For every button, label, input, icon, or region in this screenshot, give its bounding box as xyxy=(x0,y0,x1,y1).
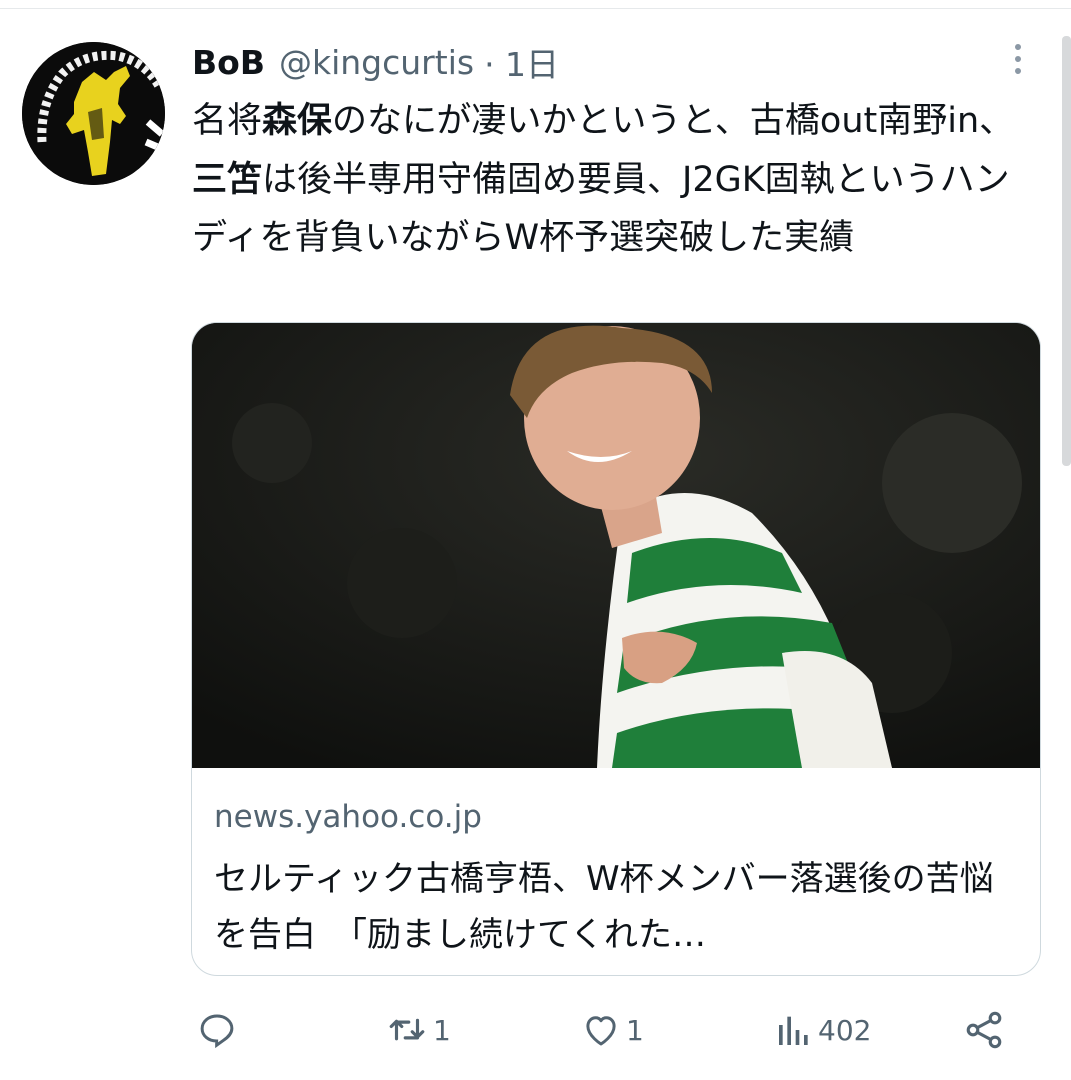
share-icon xyxy=(966,1011,1002,1049)
author-avatar[interactable] xyxy=(22,42,165,185)
like-count: 1 xyxy=(626,1013,644,1047)
views-button[interactable]: 402 xyxy=(774,1008,871,1052)
author-name[interactable]: BoB xyxy=(192,43,265,82)
heart-icon xyxy=(586,1016,616,1046)
tweet-time[interactable]: · 1日 xyxy=(484,38,559,86)
like-button[interactable]: 1 xyxy=(580,1008,644,1052)
retweet-icon xyxy=(389,1018,425,1041)
more-options-icon[interactable] xyxy=(1003,40,1033,78)
retweet-count: 1 xyxy=(433,1013,451,1047)
timeline-divider xyxy=(0,8,1071,9)
views-count: 402 xyxy=(818,1013,872,1047)
views-chart-icon xyxy=(779,1016,808,1045)
card-title: セルティック古橋亨梧、W杯メンバー落選後の苦悩を告白 「励まし続けてくれた… xyxy=(214,859,994,955)
tweet-header: BoB @kingcurtis · 1日 xyxy=(192,38,559,86)
player-photo-illustration xyxy=(192,323,1040,768)
retweet-button[interactable]: 1 xyxy=(385,1008,451,1052)
author-handle[interactable]: @kingcurtis xyxy=(279,43,474,82)
celtic-player-photo[interactable] xyxy=(192,323,1040,768)
tweet-text-part: 名将 xyxy=(192,101,263,141)
tweet-text: 名将森保のなにが凄いかというと、古橋out南野in、三笘は後半専用守備固め要員、… xyxy=(192,92,1042,268)
tweet-text-part: は後半専用守備固め要員、J2GK固執というハンディを背負いながらW杯予選突破した… xyxy=(192,159,1010,259)
tweet-text-part: のなにが凄いかというと、古橋out南野in、 xyxy=(332,101,1015,141)
band-album-avatar-icon xyxy=(22,42,165,185)
scrollbar[interactable] xyxy=(1062,36,1071,466)
share-button[interactable] xyxy=(962,1008,1006,1052)
link-card[interactable]: news.yahoo.co.jp セルティック古橋亨梧、W杯メンバー落選後の苦悩… xyxy=(191,322,1041,976)
tweet-text-bold: 森保 xyxy=(262,101,333,141)
card-domain: news.yahoo.co.jp xyxy=(214,799,482,835)
tweet-text-bold: 三笘 xyxy=(192,159,263,200)
reply-icon xyxy=(200,1014,234,1049)
reply-button[interactable] xyxy=(196,1008,242,1052)
